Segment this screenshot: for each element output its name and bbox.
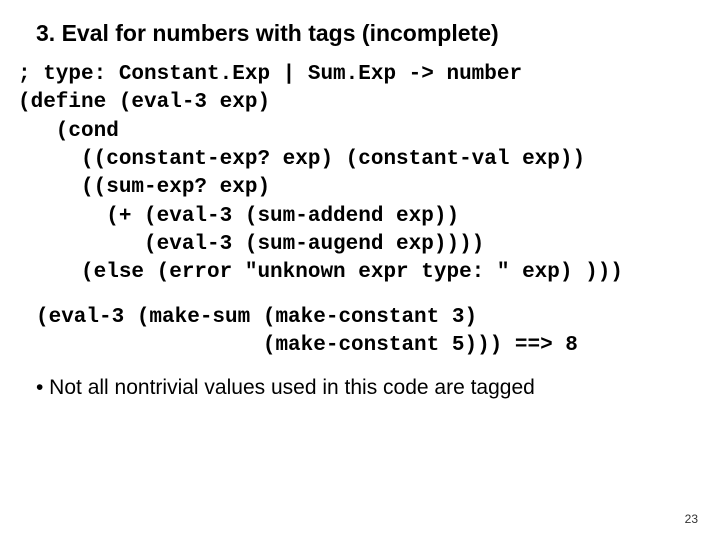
bullet-note: • Not all nontrivial values used in this… xyxy=(36,376,702,400)
code-block-2: (eval-3 (make-sum (make-constant 3) (mak… xyxy=(36,304,702,361)
slide-title: 3. Eval for numbers with tags (incomplet… xyxy=(36,20,702,47)
page-number: 23 xyxy=(685,512,698,526)
code-block-1: ; type: Constant.Exp | Sum.Exp -> number… xyxy=(18,61,702,288)
